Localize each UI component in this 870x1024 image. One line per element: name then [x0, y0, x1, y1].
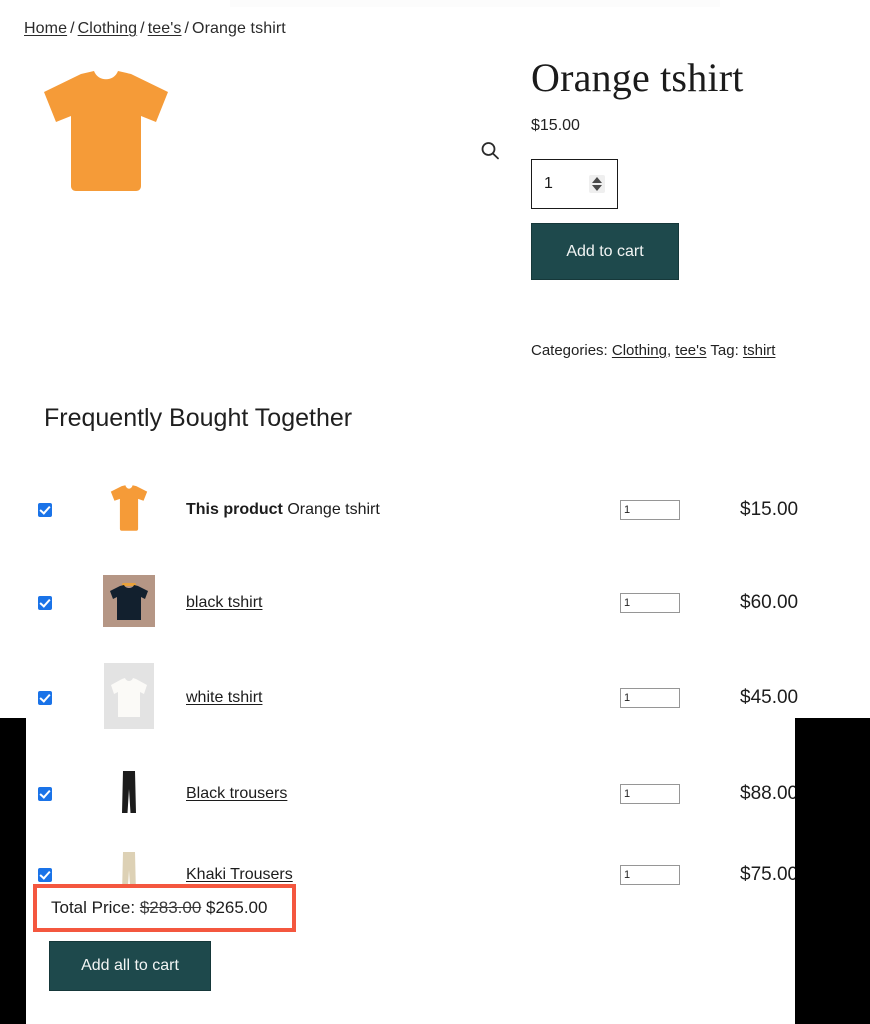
- fbt-qty-input-black-trousers[interactable]: [620, 784, 680, 804]
- category-link-tees[interactable]: tee's: [675, 342, 706, 359]
- fbt-qty-input-black-tshirt[interactable]: [620, 593, 680, 613]
- total-price: Total Price: $283.00 $265.00: [37, 898, 267, 918]
- meta-comma: ,: [666, 342, 672, 359]
- fbt-qty-cell: [620, 784, 740, 804]
- fbt-checkbox-black-tshirt[interactable]: [38, 596, 52, 610]
- fbt-thumbnail-cell: [90, 483, 168, 538]
- breadcrumb-item-tees[interactable]: tee's: [148, 20, 182, 37]
- fbt-list: This product Orange tshirt $15.00 black …: [0, 462, 870, 910]
- fbt-product-link-white-tshirt[interactable]: white tshirt: [186, 689, 262, 706]
- fbt-product-name: Orange tshirt: [287, 501, 380, 518]
- add-to-cart-button[interactable]: Add to cart: [531, 223, 679, 280]
- table-row: Black trousers $88.00: [0, 748, 870, 840]
- fbt-product-link-black-trousers[interactable]: Black trousers: [186, 785, 287, 802]
- fbt-product-name-cell: Khaki Trousers: [168, 866, 620, 884]
- breadcrumb: Home / Clothing / tee's / Orange tshirt: [24, 20, 286, 38]
- fbt-product-name-cell: white tshirt: [168, 689, 620, 707]
- breadcrumb-separator: /: [70, 20, 75, 37]
- breadcrumb-separator: /: [184, 20, 190, 37]
- categories-label: Categories:: [531, 342, 608, 359]
- table-row: black tshirt $60.00: [0, 558, 870, 648]
- fbt-qty-input-khaki-trousers[interactable]: [620, 865, 680, 885]
- fbt-thumbnail-cell: [90, 574, 168, 632]
- tag-link-tshirt[interactable]: tshirt: [743, 342, 776, 359]
- fbt-thumbnail-cell: [90, 769, 168, 820]
- this-product-label: This product: [186, 501, 283, 518]
- search-icon[interactable]: [479, 140, 501, 162]
- fbt-qty-input-white-tshirt[interactable]: [620, 688, 680, 708]
- product-thumbnail-white-tshirt[interactable]: [104, 662, 154, 734]
- fbt-checkbox-white-tshirt[interactable]: [38, 691, 52, 705]
- fbt-product-name-cell: black tshirt: [168, 594, 620, 612]
- product-price: $15.00: [531, 117, 580, 134]
- chevron-down-icon[interactable]: [592, 185, 602, 191]
- product-gallery: [24, 58, 499, 358]
- fbt-checkbox-cell: [0, 596, 90, 610]
- fbt-qty-cell: [620, 688, 740, 708]
- quantity-stepper[interactable]: [531, 159, 618, 209]
- product-meta: Categories: Clothing, tee's Tag: tshirt: [531, 342, 851, 359]
- fbt-price: $45.00: [740, 687, 799, 708]
- total-price-discounted: $265.00: [206, 898, 268, 917]
- fbt-checkbox-cell: [0, 691, 90, 705]
- total-price-original: $283.00: [139, 898, 202, 917]
- fbt-price: $15.00: [740, 499, 799, 520]
- total-price-label: Total Price:: [51, 898, 136, 917]
- quantity-input[interactable]: [542, 174, 582, 194]
- fbt-checkbox-orange-tshirt[interactable]: [38, 503, 52, 517]
- chevron-up-icon[interactable]: [592, 177, 602, 183]
- tag-label: Tag:: [710, 342, 739, 359]
- fbt-checkbox-black-trousers[interactable]: [38, 787, 52, 801]
- breadcrumb-item-clothing[interactable]: Clothing: [78, 20, 138, 37]
- page-title: Orange tshirt: [531, 55, 744, 100]
- fbt-price: $60.00: [740, 592, 799, 613]
- table-row: This product Orange tshirt $15.00: [0, 462, 870, 558]
- fbt-qty-cell: [620, 865, 740, 885]
- fbt-product-link-black-tshirt[interactable]: black tshirt: [186, 594, 262, 611]
- product-thumbnail-black-trousers[interactable]: [119, 769, 139, 820]
- fbt-thumbnail-cell: [90, 662, 168, 734]
- category-link-clothing[interactable]: Clothing: [612, 342, 667, 359]
- stepper-arrows[interactable]: [589, 175, 605, 193]
- right-black-bar: [795, 718, 870, 1024]
- breadcrumb-item-current: Orange tshirt: [192, 20, 286, 37]
- product-summary: Orange tshirt $15.00 Add to cart Categor…: [531, 55, 851, 359]
- breadcrumb-item-home[interactable]: Home: [24, 20, 67, 37]
- left-black-bar: [0, 718, 26, 1024]
- product-thumbnail-black-tshirt[interactable]: [103, 574, 155, 632]
- fbt-product-name-cell: Black trousers: [168, 785, 620, 803]
- product-main-image[interactable]: [36, 66, 176, 196]
- top-band: [230, 0, 720, 7]
- fbt-checkbox-cell: [0, 503, 90, 517]
- add-all-to-cart-button[interactable]: Add all to cart: [49, 941, 211, 991]
- product-thumbnail-orange-tshirt[interactable]: [109, 483, 149, 538]
- fbt-qty-cell: [620, 500, 740, 520]
- fbt-heading: Frequently Bought Together: [44, 404, 353, 432]
- fbt-product-link-khaki-trousers[interactable]: Khaki Trousers: [186, 866, 293, 883]
- breadcrumb-separator: /: [140, 20, 145, 37]
- table-row: white tshirt $45.00: [0, 648, 870, 748]
- total-price-highlight: Total Price: $283.00 $265.00: [33, 884, 296, 932]
- fbt-qty-cell: [620, 593, 740, 613]
- fbt-qty-input-orange-tshirt[interactable]: [620, 500, 680, 520]
- fbt-product-name-cell: This product Orange tshirt: [168, 501, 620, 519]
- fbt-checkbox-khaki-trousers[interactable]: [38, 868, 52, 882]
